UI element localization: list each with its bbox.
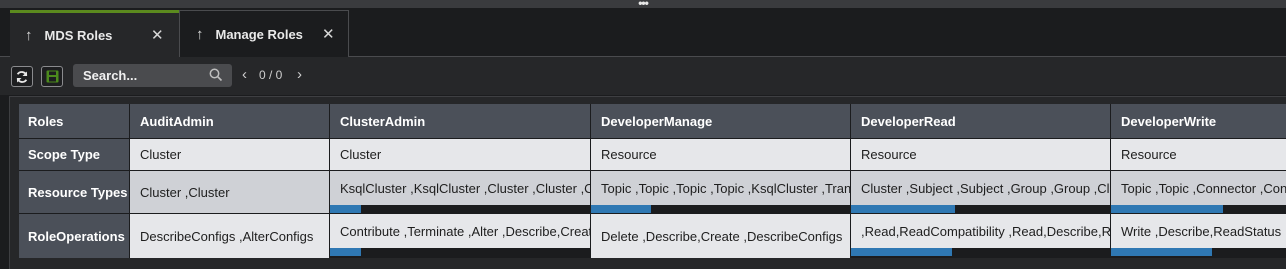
column-header[interactable]: DeveloperWrite [1111,104,1286,138]
cell-scrollbar[interactable] [851,205,1110,213]
column-header[interactable]: DeveloperManage [591,104,850,138]
cell-scrollbar[interactable] [330,205,590,213]
search-input[interactable] [83,66,203,84]
column-header[interactable]: ClusterAdmin [330,104,590,138]
next-result-button[interactable]: › [297,66,302,83]
tab-label: MDS Roles [44,27,113,43]
roles-table: Roles Scope Type Resource Types RoleOper… [19,104,1286,258]
column-header[interactable]: AuditAdmin [130,104,329,138]
row-header-resource-types: Resource Types [19,171,129,213]
scrollbar-thumb[interactable] [330,205,361,213]
table-cell[interactable]: Delete ,Describe,Create ,DescribeConfigs [591,214,850,258]
table-cell[interactable]: Resource [1111,139,1286,170]
table-cell[interactable]: Topic ,Topic ,Connector ,Connector [1111,171,1286,205]
scrollbar-thumb[interactable] [330,248,361,256]
table-cell[interactable]: Cluster ,Cluster [130,171,329,213]
scrollbar-thumb[interactable] [851,205,955,213]
cell-scrollbar[interactable] [591,205,850,213]
row-header-scope-type: Scope Type [19,139,129,170]
tab-mds-roles[interactable]: ↑ MDS Roles ✕ [10,10,179,57]
table-cell[interactable]: Resource [591,139,850,170]
cell-scrollbar[interactable] [851,248,1110,256]
arrow-up-icon: ↑ [196,25,204,43]
cell-scrollbar[interactable] [1111,205,1286,213]
table-cell[interactable]: DescribeConfigs ,AlterConfigs [130,214,329,258]
table-cell[interactable]: Write ,Describe,ReadStatus [1111,214,1286,248]
cell-scrollbar[interactable] [330,248,590,256]
row-header-roles: Roles [19,104,129,138]
refresh-icon [16,70,28,83]
row-header-role-operations: RoleOperations [19,214,129,258]
table-cell[interactable]: Cluster [130,139,329,170]
scrollbar-thumb[interactable] [1111,205,1223,213]
search-box[interactable] [73,64,232,87]
tab-label: Manage Roles [215,26,303,42]
close-icon[interactable]: ✕ [322,25,335,43]
refresh-button[interactable] [11,66,33,87]
table-cell[interactable]: KsqlCluster ,KsqlCluster ,Cluster ,Clust… [330,171,590,205]
table-cell[interactable]: Cluster ,Subject ,Subject ,Group ,Group … [851,171,1110,205]
tab-manage-roles[interactable]: ↑ Manage Roles ✕ [179,10,349,57]
column-header[interactable]: DeveloperRead [851,104,1110,138]
table-cell[interactable]: Cluster [330,139,590,170]
scrollbar-thumb[interactable] [851,248,952,256]
table-cell[interactable]: Topic ,Topic ,Topic ,Topic ,KsqlCluster … [591,171,850,205]
close-icon[interactable]: ✕ [151,26,164,44]
table-cell[interactable]: ,Read,ReadCompatibility ,Read,Describe,R… [851,214,1110,248]
cell-scrollbar[interactable] [1111,248,1286,256]
table-cell[interactable]: Contribute ,Terminate ,Alter ,Describe,C… [330,214,590,248]
prev-result-button[interactable]: ‹ [242,66,247,83]
result-counter: 0 / 0 [259,68,283,82]
search-icon[interactable] [209,68,223,82]
panel-resize-handle[interactable]: ••• [0,0,1286,10]
save-button[interactable] [41,66,63,87]
table-cell[interactable]: Resource [851,139,1110,170]
arrow-up-icon: ↑ [25,26,33,44]
scrollbar-thumb[interactable] [591,205,651,213]
save-icon [46,70,58,83]
scrollbar-thumb[interactable] [1111,248,1212,256]
